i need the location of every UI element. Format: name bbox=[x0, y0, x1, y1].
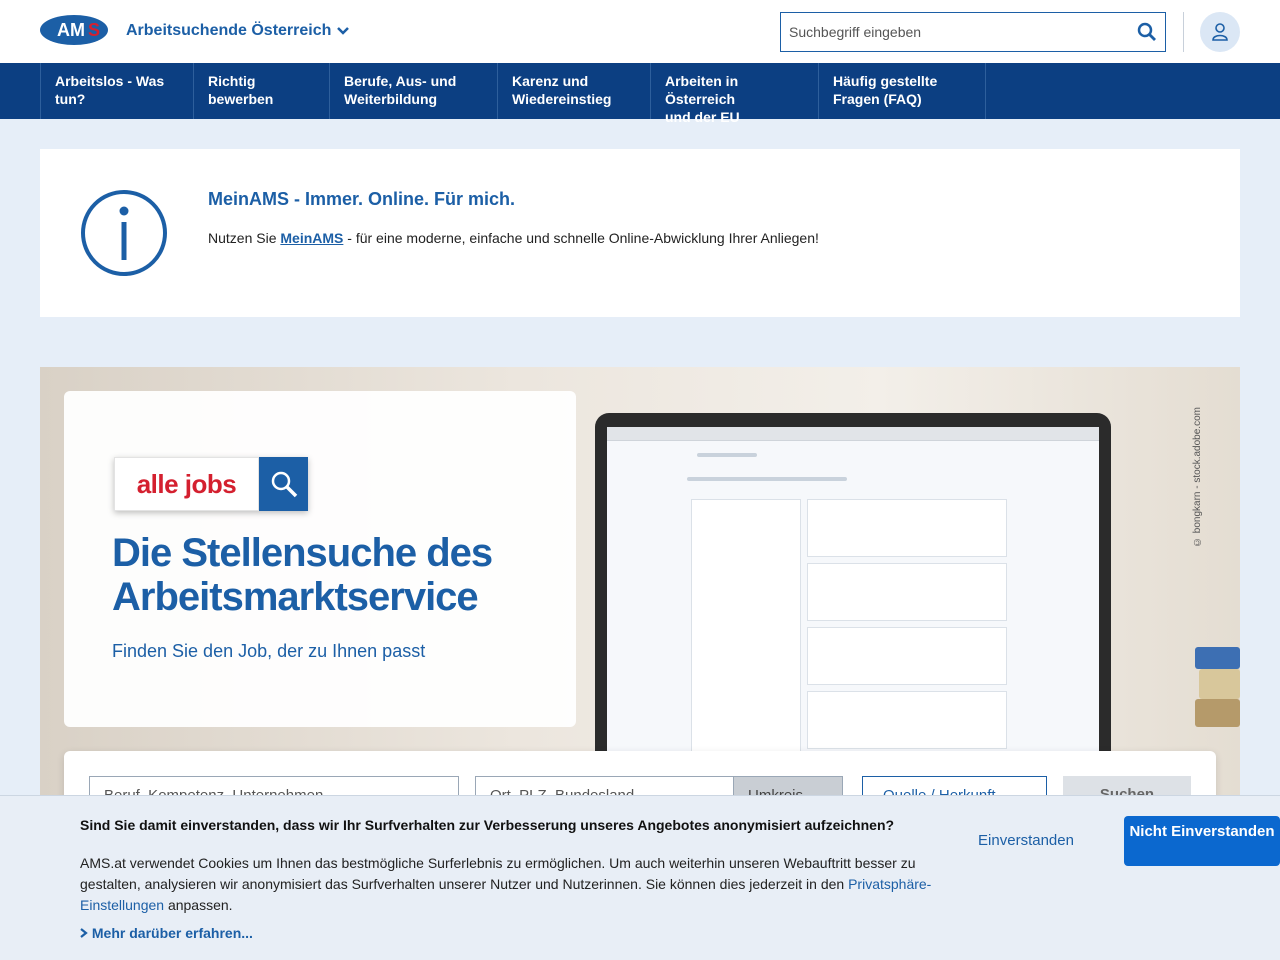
laptop-screen bbox=[607, 427, 1099, 753]
books-image bbox=[1195, 647, 1240, 757]
region-selector[interactable]: Arbeitsuchende Österreich bbox=[126, 22, 350, 40]
main-navigation: Arbeitslos - Was tun? Richtig bewerben Ber… bbox=[0, 63, 1280, 125]
nav-label: Arbeiten in Österreich bbox=[665, 73, 739, 107]
info-text-after: - für eine moderne, einfache und schnell… bbox=[343, 230, 819, 246]
meinams-info-box: MeinAMS - Immer. Online. Für mich. Nutze… bbox=[40, 149, 1240, 317]
region-label: Arbeitsuchende Österreich bbox=[126, 22, 332, 39]
nav-label: Wiedereinstieg bbox=[512, 91, 612, 107]
nav-label: Karenz und bbox=[512, 73, 589, 89]
nav-label: Weiterbildung bbox=[344, 91, 438, 107]
search-input[interactable] bbox=[781, 13, 1121, 51]
nav-item-bewerben[interactable]: Richtig bewerben bbox=[193, 63, 329, 119]
site-search bbox=[780, 12, 1166, 52]
accept-cookies-button[interactable]: Einverstanden bbox=[960, 824, 1092, 858]
info-text: Nutzen Sie MeinAMS - für eine moderne, e… bbox=[208, 230, 819, 246]
chevron-down-icon bbox=[337, 27, 350, 35]
nav-item-karenz[interactable]: Karenz und Wiedereinstieg bbox=[497, 63, 650, 119]
cookie-question: Sind Sie damit einverstanden, dass wir I… bbox=[80, 817, 895, 833]
nav-label: Fragen (FAQ) bbox=[833, 91, 922, 107]
nav-label: Arbeitslos - Was bbox=[55, 73, 165, 89]
hero-headline: Die Stellensuche des Arbeitsmarktservice bbox=[112, 531, 493, 619]
cookie-text-after: anpassen. bbox=[164, 897, 233, 913]
nav-label: Häufig gestellte bbox=[833, 73, 938, 89]
search-icon[interactable] bbox=[1137, 22, 1157, 42]
decline-cookies-button[interactable]: Nicht Einverstanden bbox=[1124, 816, 1280, 866]
nav-label: Berufe, Aus- und bbox=[344, 73, 457, 89]
nav-label: Richtig bbox=[208, 73, 256, 89]
nav-label: bewerben bbox=[208, 91, 274, 107]
laptop-image bbox=[595, 413, 1111, 753]
nav-item-berufe[interactable]: Berufe, Aus- und Weiterbildung bbox=[329, 63, 497, 119]
meinams-link[interactable]: MeinAMS bbox=[280, 230, 343, 246]
nav-label: tun? bbox=[55, 91, 86, 107]
ams-logo[interactable]: AM S bbox=[40, 14, 108, 46]
hero-card: alle jobs Die Stellensuche des Arbeitsma… bbox=[64, 391, 576, 727]
logo-text-s: S bbox=[88, 20, 100, 40]
header-divider bbox=[1183, 12, 1184, 52]
cookie-banner: Sind Sie damit einverstanden, dass wir I… bbox=[0, 795, 1280, 960]
info-text-before: Nutzen Sie bbox=[208, 230, 281, 246]
info-icon bbox=[81, 190, 167, 276]
photo-credit: © bongkarn - stock.adobe.com bbox=[1192, 407, 1203, 547]
logo-text-am: AM bbox=[57, 20, 85, 40]
chevron-right-icon bbox=[80, 928, 88, 938]
magnifier-icon bbox=[259, 457, 308, 511]
hero-tagline: Finden Sie den Job, der zu Ihnen passt bbox=[112, 641, 426, 661]
nav-item-arbeitslos[interactable]: Arbeitslos - Was tun? bbox=[40, 63, 193, 119]
info-title: MeinAMS - Immer. Online. Für mich. bbox=[208, 189, 516, 209]
site-header: AM S Arbeitsuchende Österreich bbox=[0, 0, 1280, 63]
alle-jobs-logo[interactable]: alle jobs bbox=[114, 457, 308, 511]
more-info-label: Mehr darüber erfahren... bbox=[91, 925, 253, 941]
cookie-text: AMS.at verwendet Cookies um Ihnen das be… bbox=[80, 853, 940, 916]
nav-item-arbeiten-eu[interactable]: Arbeiten in Österreich und der EU bbox=[650, 63, 818, 125]
hero-banner: © bongkarn - stock.adobe.com alle jobs D… bbox=[40, 367, 1240, 797]
user-account-button[interactable] bbox=[1200, 12, 1240, 52]
more-info-link[interactable]: Mehr darüber erfahren... bbox=[80, 925, 253, 941]
cookie-text-before: AMS.at verwendet Cookies um Ihnen das be… bbox=[80, 855, 916, 892]
user-icon bbox=[1212, 23, 1228, 41]
nav-label: und der EU bbox=[665, 109, 740, 125]
alle-jobs-logo-text: alle jobs bbox=[114, 457, 259, 511]
nav-item-faq[interactable]: Häufig gestellte Fragen (FAQ) bbox=[818, 63, 986, 119]
